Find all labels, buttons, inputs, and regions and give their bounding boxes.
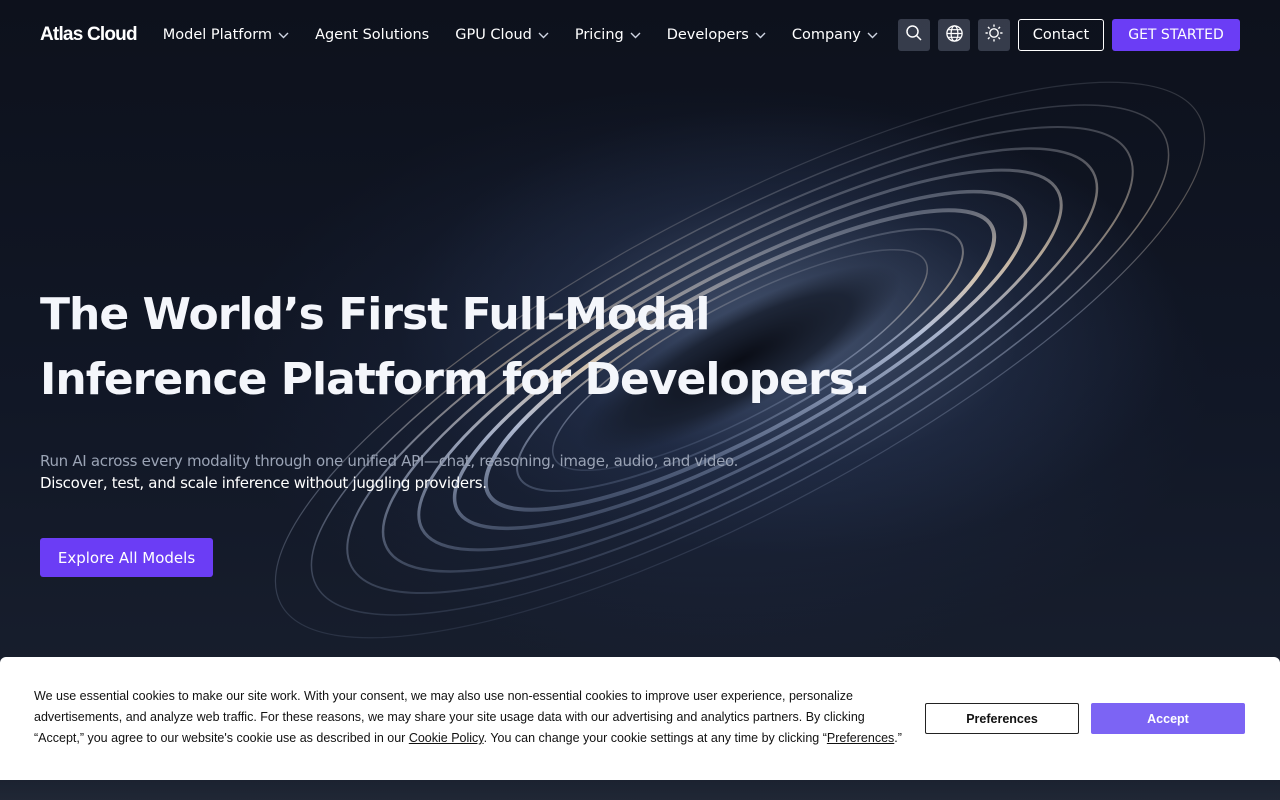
hero-headline: The World’s First Full-Modal Inference P…: [40, 282, 871, 412]
explore-all-models-button[interactable]: Explore All Models: [40, 538, 213, 577]
top-navigation: Atlas Cloud Model Platform Agent Solutio…: [0, 0, 1280, 70]
globe-icon: [945, 24, 964, 47]
nav-item-label: Agent Solutions: [315, 27, 430, 43]
nav-item-label: Model Platform: [162, 27, 273, 43]
nav-item-label: Developers: [666, 27, 749, 43]
cookie-policy-link[interactable]: Cookie Policy: [409, 731, 484, 745]
get-started-button[interactable]: GET STARTED: [1112, 19, 1240, 51]
chevron-down-icon: [278, 32, 289, 39]
search-icon: [905, 24, 923, 46]
chevron-down-icon: [538, 32, 549, 39]
cookie-text-end: .”: [894, 731, 902, 745]
sun-icon: [984, 23, 1004, 47]
nav-item-developers[interactable]: Developers: [667, 27, 766, 43]
contact-button[interactable]: Contact: [1018, 19, 1104, 51]
cookie-message: We use essential cookies to make our sit…: [34, 686, 904, 749]
atlas-cloud-logo[interactable]: Atlas Cloud: [40, 24, 138, 46]
hero-subtitle: Run AI across every modality through one…: [40, 450, 738, 494]
cookie-text-middle: . You can change your cookie settings at…: [483, 731, 827, 745]
nav-actions: Contact GET STARTED: [898, 19, 1240, 51]
language-button[interactable]: [938, 19, 970, 51]
nav-menu: Model Platform Agent Solutions GPU Cloud…: [163, 27, 904, 43]
nav-item-agent-solutions[interactable]: Agent Solutions: [315, 27, 429, 43]
theme-toggle-button[interactable]: [978, 19, 1010, 51]
nav-item-label: Pricing: [574, 27, 624, 43]
preferences-button[interactable]: Preferences: [925, 703, 1079, 734]
nav-item-label: GPU Cloud: [455, 27, 532, 43]
nav-item-gpu-cloud[interactable]: GPU Cloud: [455, 27, 549, 43]
headline-line-1: The World’s First Full-Modal: [40, 289, 710, 340]
chevron-down-icon: [755, 32, 766, 39]
cookie-banner: We use essential cookies to make our sit…: [0, 657, 1280, 780]
nav-item-pricing[interactable]: Pricing: [575, 27, 641, 43]
page-section-below: [0, 780, 1280, 800]
chevron-down-icon: [630, 32, 641, 39]
subtitle-line-2: Discover, test, and scale inference with…: [40, 474, 487, 492]
search-button[interactable]: [898, 19, 930, 51]
headline-line-2: Inference Platform for Developers.: [40, 354, 871, 405]
chevron-down-icon: [867, 32, 878, 39]
nav-item-label: Company: [791, 27, 861, 43]
subtitle-line-1: Run AI across every modality through one…: [40, 452, 739, 470]
preferences-link[interactable]: Preferences: [827, 731, 894, 745]
accept-button[interactable]: Accept: [1091, 703, 1245, 734]
nav-item-model-platform[interactable]: Model Platform: [163, 27, 289, 43]
nav-item-company[interactable]: Company: [792, 27, 878, 43]
